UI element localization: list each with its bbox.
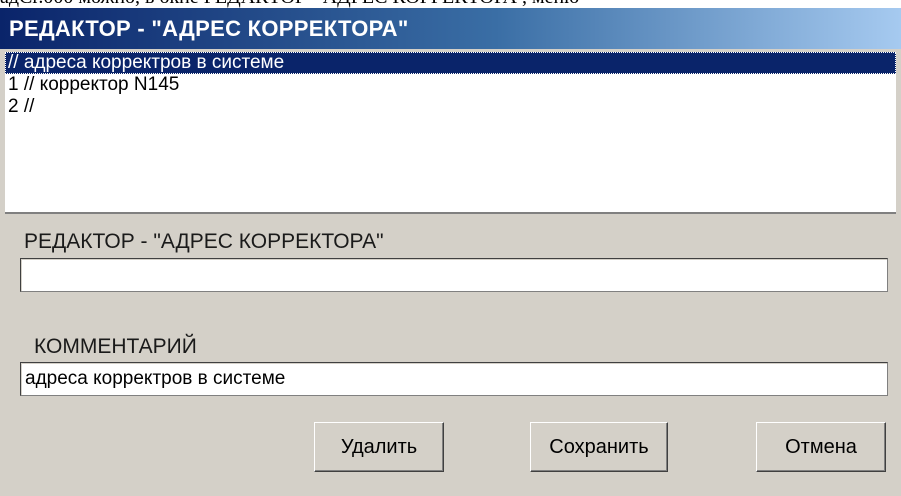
- address-listbox[interactable]: // адреса корректров в системе 1 // корр…: [5, 52, 896, 214]
- window-titlebar[interactable]: РЕДАКТОР - "АДРЕС КОРРЕКТОРА": [0, 8, 901, 49]
- comment-input[interactable]: адреса корректров в системе: [20, 362, 888, 396]
- comment-label: КОММЕНТАРИЙ: [34, 335, 197, 358]
- save-button-label: Сохранить: [549, 435, 649, 458]
- list-item[interactable]: 1 // корректор N145: [5, 74, 896, 96]
- list-item[interactable]: // адреса корректров в системе: [5, 52, 896, 74]
- background-document-text: адСг.000 можно, в окне РЕДАКТОР - АДРЕС …: [0, 0, 901, 8]
- address-label: РЕДАКТОР - "АДРЕС КОРРЕКТОРА": [24, 230, 384, 253]
- window-title: РЕДАКТОР - "АДРЕС КОРРЕКТОРА": [9, 15, 409, 41]
- editor-window: РЕДАКТОР - "АДРЕС КОРРЕКТОРА" // адреса …: [0, 8, 901, 496]
- cancel-button[interactable]: Отмена: [756, 422, 886, 472]
- cancel-button-label: Отмена: [785, 435, 857, 458]
- delete-button[interactable]: Удалить: [314, 422, 444, 472]
- address-input[interactable]: [20, 258, 888, 292]
- save-button[interactable]: Сохранить: [530, 422, 668, 472]
- list-item[interactable]: 2 //: [5, 96, 896, 118]
- delete-button-label: Удалить: [340, 435, 418, 458]
